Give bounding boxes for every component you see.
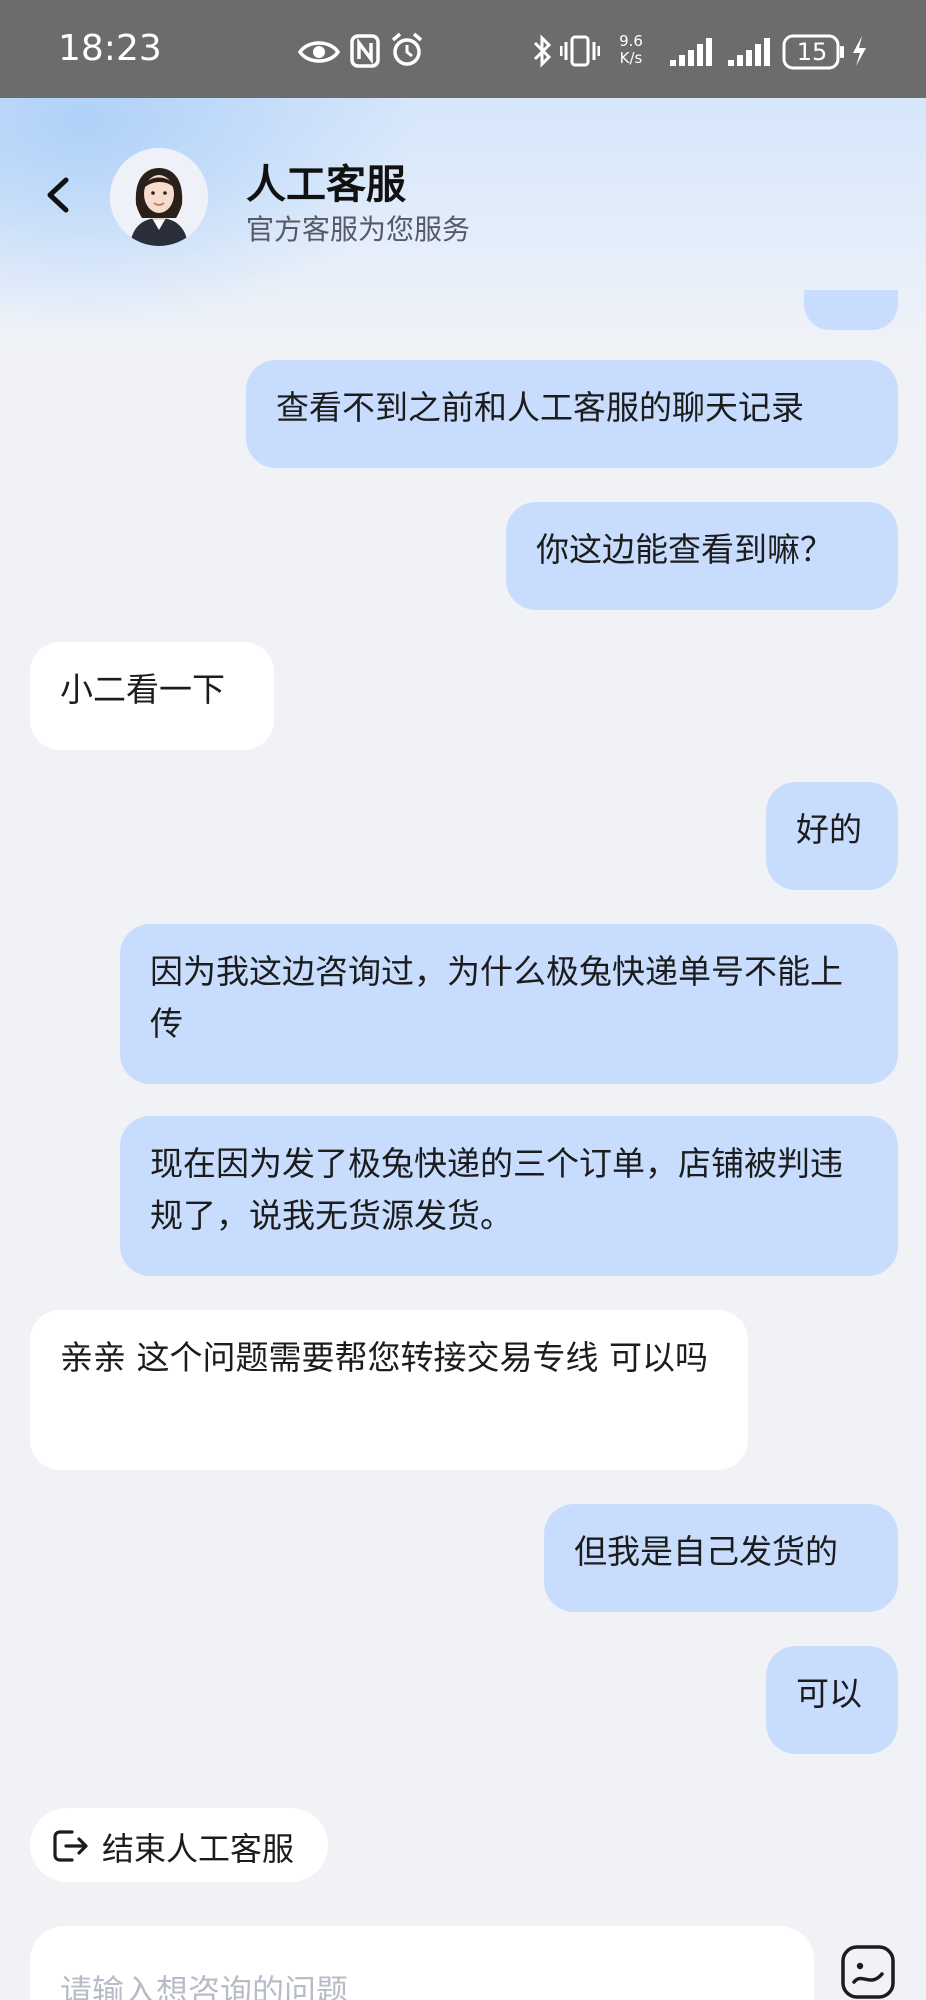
sticker-icon <box>841 1945 895 1999</box>
message-input[interactable] <box>30 1926 814 2000</box>
message-text: 现在因为发了极兔快递的三个订单，店铺被判违规了，说我无货源发货。 <box>150 1144 843 1235</box>
signal-icon <box>670 38 712 66</box>
message-text: 亲亲 这个问题需要帮您转接交易专线 可以吗 <box>60 1338 708 1377</box>
chat-screen: 18:23 9.6 K/s 15 人工客服 官方客服为您服务 查看不到之前和人工… <box>0 0 926 2000</box>
message-text: 可以 <box>796 1674 862 1713</box>
chevron-left-icon <box>47 177 69 213</box>
net-speed: 9.6 K/s <box>612 33 650 67</box>
message-text: 因为我这边咨询过，为什么极兔快递单号不能上传 <box>150 952 843 1043</box>
message-text: 小二看一下 <box>60 670 225 709</box>
message-text: 你这边能查看到嘛？ <box>536 530 833 569</box>
page-title: 人工客服 <box>246 162 406 208</box>
status-bar: 18:23 9.6 K/s 15 <box>0 0 926 98</box>
net-speed-unit: K/s <box>619 49 643 67</box>
message-outgoing: 可以 <box>766 1646 898 1754</box>
nfc-icon <box>350 34 380 68</box>
message-outgoing: 好的 <box>766 782 898 890</box>
vibrate-icon <box>560 35 600 67</box>
message-outgoing: 你这边能查看到嘛？ <box>506 502 898 610</box>
message-incoming: 小二看一下 <box>30 642 274 750</box>
message-outgoing: 但我是自己发货的 <box>544 1504 898 1612</box>
eye-comfort-icon <box>298 41 340 63</box>
end-service-button[interactable]: 结束人工客服 <box>30 1808 328 1882</box>
message-text: 好的 <box>796 810 862 849</box>
message-text: 但我是自己发货的 <box>574 1532 838 1571</box>
message-outgoing: 因为我这边咨询过，为什么极兔快递单号不能上传 <box>120 924 898 1084</box>
battery-level: 15 <box>796 38 828 66</box>
net-speed-value: 9.6 <box>619 32 643 50</box>
alarm-icon <box>391 32 423 66</box>
charging-icon <box>853 36 866 66</box>
end-service-label: 结束人工客服 <box>102 1830 295 1868</box>
message-incoming: 亲亲 这个问题需要帮您转接交易专线 可以吗 <box>30 1310 748 1470</box>
message-text: 查看不到之前和人工客服的聊天记录 <box>276 388 804 427</box>
message-bubble-partial <box>804 290 898 330</box>
exit-icon <box>53 1830 88 1862</box>
back-button[interactable] <box>38 170 78 220</box>
signal-icon <box>728 38 770 66</box>
sticker-button[interactable] <box>840 1944 896 2000</box>
message-outgoing: 查看不到之前和人工客服的聊天记录 <box>246 360 898 468</box>
avatar <box>110 148 208 246</box>
bluetooth-icon <box>533 34 552 68</box>
page-subtitle: 官方客服为您服务 <box>246 213 471 246</box>
message-outgoing: 现在因为发了极兔快递的三个订单，店铺被判违规了，说我无货源发货。 <box>120 1116 898 1276</box>
status-time: 18:23 <box>58 28 162 69</box>
